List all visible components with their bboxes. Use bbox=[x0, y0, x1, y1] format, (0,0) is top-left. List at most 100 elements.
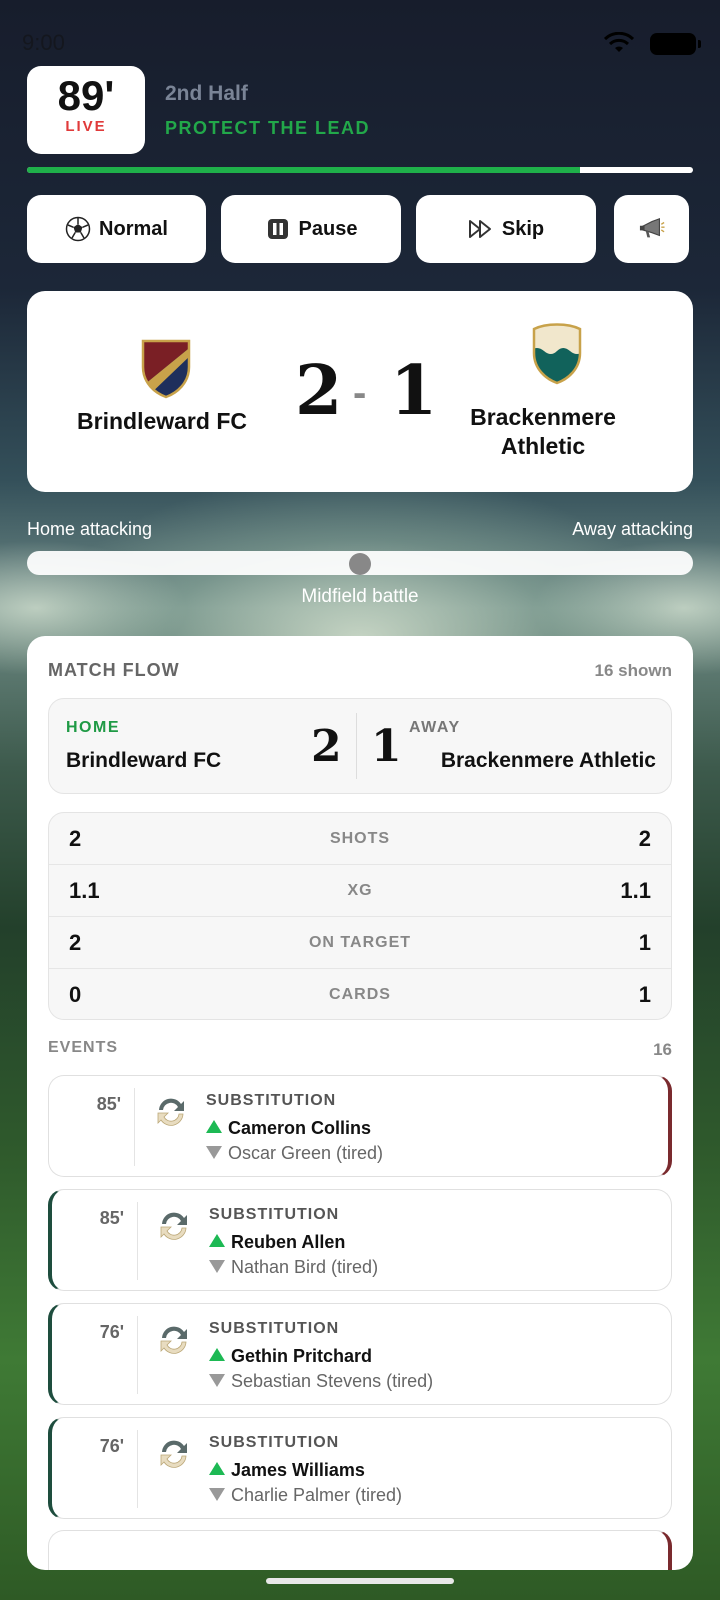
arrow-up-icon bbox=[209, 1462, 225, 1475]
substitution-icon bbox=[160, 1326, 187, 1354]
mini-score-divider bbox=[356, 713, 357, 779]
player-off: Sebastian Stevens (tired) bbox=[209, 1371, 433, 1392]
home-crest-icon bbox=[141, 339, 191, 399]
away-label: AWAY bbox=[409, 719, 461, 736]
event-type: SUBSTITUTION bbox=[209, 1206, 340, 1223]
skip-button[interactable]: Skip bbox=[416, 195, 596, 263]
match-flow-panel[interactable]: MATCH FLOW 16 shown HOME Brindleward FC … bbox=[27, 636, 693, 1570]
status-bar: 9:00 bbox=[22, 28, 701, 60]
event-item[interactable]: 85' SUBSTITUTION Reuben Allen Nathan Bir… bbox=[48, 1189, 672, 1291]
player-off-name: Charlie Palmer (tired) bbox=[231, 1485, 403, 1505]
event-divider bbox=[137, 1316, 138, 1394]
substitution-icon bbox=[160, 1440, 187, 1468]
arrow-down-icon bbox=[209, 1374, 225, 1387]
stat-row-cards: 0 CARDS 1 bbox=[49, 969, 671, 1019]
substitution-icon bbox=[160, 1212, 187, 1240]
stat-row-shots: 2 SHOTS 2 bbox=[49, 813, 671, 865]
stat-label: ON TARGET bbox=[308, 934, 412, 951]
player-off: Nathan Bird (tired) bbox=[209, 1257, 378, 1278]
event-item[interactable]: 76' SUBSTITUTION James Williams Charlie … bbox=[48, 1417, 672, 1519]
arrow-up-icon bbox=[209, 1234, 225, 1247]
match-progress-bar bbox=[27, 167, 693, 173]
event-type: SUBSTITUTION bbox=[209, 1320, 340, 1337]
match-flow-count: 16 shown bbox=[594, 661, 672, 680]
live-badge: LIVE bbox=[65, 118, 107, 135]
speed-normal-label: Normal bbox=[99, 217, 168, 240]
status-time: 9:00 bbox=[22, 30, 65, 55]
score-separator: - bbox=[353, 371, 367, 415]
arrow-down-icon bbox=[209, 1260, 225, 1273]
match-clock: 89' LIVE bbox=[27, 66, 145, 154]
substitution-icon bbox=[157, 1098, 184, 1126]
away-team-name: Brackenmere Athletic bbox=[470, 404, 616, 459]
home-score: 2 bbox=[295, 351, 343, 431]
player-off-name: Nathan Bird (tired) bbox=[231, 1257, 379, 1277]
momentum-state: Midfield battle bbox=[301, 586, 419, 607]
stat-row-xg: 1.1 XG 1.1 bbox=[49, 865, 671, 917]
player-off: Oscar Green (tired) bbox=[206, 1143, 383, 1164]
fast-forward-icon bbox=[468, 216, 494, 242]
events-count: 16 bbox=[653, 1040, 672, 1059]
player-on-name: Gethin Pritchard bbox=[231, 1346, 373, 1366]
player-on-name: Cameron Collins bbox=[228, 1118, 372, 1138]
events-title: EVENTS bbox=[48, 1039, 119, 1056]
pause-icon bbox=[265, 216, 291, 242]
stat-away-value: 1 bbox=[638, 930, 651, 955]
momentum-away-label: Away attacking bbox=[572, 519, 693, 539]
stat-label: XG bbox=[347, 882, 373, 899]
event-minute: 85' bbox=[96, 1094, 121, 1114]
stat-row-on-target: 2 ON TARGET 1 bbox=[49, 917, 671, 969]
away-crest-icon bbox=[532, 323, 582, 385]
soccer-ball-icon bbox=[65, 216, 91, 242]
stat-away-value: 2 bbox=[638, 826, 651, 851]
stat-away-value: 1 bbox=[638, 982, 651, 1007]
scoreboard-card: Brindleward FC 2 - 1 Brackenmere Athleti… bbox=[27, 291, 693, 492]
momentum-home-label: Home attacking bbox=[27, 519, 153, 539]
mini-scoreboard: HOME Brindleward FC 2 1 AWAY Brackenmere… bbox=[48, 698, 672, 794]
match-phase: 2nd Half bbox=[165, 82, 248, 105]
match-minute: 89' bbox=[57, 72, 115, 119]
speed-normal-button[interactable]: Normal bbox=[27, 195, 206, 263]
battery-icon bbox=[650, 33, 701, 55]
momentum-indicator bbox=[349, 553, 371, 575]
player-off-name: Sebastian Stevens (tired) bbox=[231, 1371, 434, 1391]
pause-label: Pause bbox=[298, 217, 358, 240]
player-on-name: James Williams bbox=[231, 1460, 365, 1480]
match-flow-title: MATCH FLOW bbox=[48, 660, 180, 680]
stats-table: 2 SHOTS 2 1.1 XG 1.1 2 ON TARGET 1 0 CAR… bbox=[48, 812, 672, 1020]
mini-away-name: Brackenmere Athletic bbox=[440, 749, 656, 772]
player-on: Gethin Pritchard bbox=[209, 1346, 372, 1367]
event-type: SUBSTITUTION bbox=[209, 1434, 340, 1451]
away-score: 1 bbox=[390, 351, 438, 431]
mini-home-score: 2 bbox=[311, 721, 342, 772]
arrow-down-icon bbox=[209, 1488, 225, 1501]
player-off-name: Oscar Green (tired) bbox=[228, 1143, 384, 1163]
player-on-name: Reuben Allen bbox=[231, 1232, 346, 1252]
arrow-up-icon bbox=[209, 1348, 225, 1361]
match-progress-fill bbox=[27, 167, 580, 173]
event-type: SUBSTITUTION bbox=[206, 1092, 337, 1109]
home-indicator[interactable] bbox=[266, 1578, 454, 1584]
event-item[interactable]: 85' SUBSTITUTION Cameron Collins Oscar G… bbox=[48, 1075, 672, 1177]
arrow-up-icon bbox=[206, 1120, 222, 1133]
event-divider bbox=[134, 1088, 135, 1166]
player-on: Cameron Collins bbox=[206, 1118, 371, 1139]
event-divider bbox=[137, 1202, 138, 1280]
tactic-label: PROTECT THE LEAD bbox=[165, 118, 371, 138]
pause-button[interactable]: Pause bbox=[221, 195, 401, 263]
mini-home-name: Brindleward FC bbox=[66, 749, 222, 772]
event-item-partial[interactable] bbox=[48, 1530, 672, 1570]
arrow-down-icon bbox=[206, 1146, 222, 1159]
stat-label: SHOTS bbox=[329, 830, 391, 847]
event-item[interactable]: 76' SUBSTITUTION Gethin Pritchard Sebast… bbox=[48, 1303, 672, 1405]
stat-away-value: 1.1 bbox=[620, 878, 651, 903]
stat-label: CARDS bbox=[329, 986, 391, 1003]
home-label: HOME bbox=[66, 719, 120, 736]
player-off: Charlie Palmer (tired) bbox=[209, 1485, 402, 1506]
player-on: James Williams bbox=[209, 1460, 365, 1481]
skip-label: Skip bbox=[501, 217, 545, 240]
shout-button[interactable] bbox=[614, 195, 689, 263]
event-minute: 85' bbox=[99, 1208, 124, 1228]
wifi-icon bbox=[604, 32, 634, 52]
player-on: Reuben Allen bbox=[209, 1232, 345, 1253]
